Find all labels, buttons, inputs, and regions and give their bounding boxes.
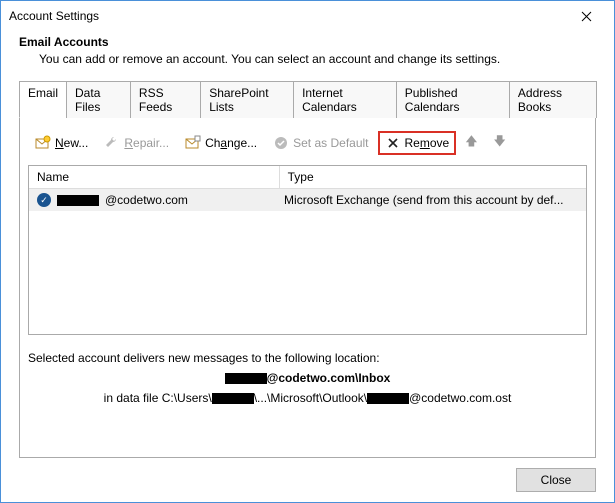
footer: Close	[1, 458, 614, 502]
tab-internet-calendars[interactable]: Internet Calendars	[293, 81, 397, 118]
x-icon	[385, 135, 401, 151]
close-icon	[581, 11, 592, 22]
table-row[interactable]: ✓ @codetwo.com Microsoft Exchange (send …	[29, 189, 586, 211]
tab-data-files[interactable]: Data Files	[66, 81, 131, 118]
repair-label: Repair...	[124, 136, 169, 150]
move-down-button[interactable]: 🡇	[487, 128, 513, 157]
cell-name: ✓ @codetwo.com	[33, 192, 280, 208]
redacted-user	[212, 393, 254, 404]
change-label: Change...	[205, 136, 257, 150]
redacted-file	[367, 393, 409, 404]
change-button[interactable]: Change...	[178, 131, 264, 155]
new-label: New...	[55, 136, 88, 150]
location-datafile: in data file C:\Users\\...\Microsoft\Out…	[28, 391, 587, 405]
wrench-icon	[104, 135, 120, 151]
envelope-change-icon	[185, 135, 201, 151]
name-suffix: @codetwo.com	[105, 193, 188, 207]
remove-label: Remove	[405, 136, 450, 150]
cell-type: Microsoft Exchange (send from this accou…	[280, 192, 582, 208]
set-default-button[interactable]: Set as Default	[266, 131, 375, 155]
table-header: Name Type	[29, 166, 586, 189]
tab-address-books[interactable]: Address Books	[509, 81, 597, 118]
close-window-button[interactable]	[566, 2, 606, 30]
toolbar: New... Repair... Change... Set as Defaul…	[28, 126, 587, 165]
envelope-new-icon	[35, 135, 51, 151]
content: Email Accounts You can add or remove an …	[1, 31, 614, 458]
redacted-mailbox	[225, 373, 267, 384]
location-intro: Selected account delivers new messages t…	[28, 351, 587, 365]
tab-email[interactable]: Email	[19, 81, 67, 118]
arrow-down-icon: 🡇	[494, 132, 506, 153]
accounts-table: Name Type ✓ @codetwo.com Microsoft Excha…	[28, 165, 587, 335]
redacted-name	[57, 195, 99, 206]
page-heading: Email Accounts	[19, 35, 596, 49]
arrow-up-icon: 🡅	[465, 132, 477, 153]
set-default-label: Set as Default	[293, 136, 368, 150]
tab-panel-email: New... Repair... Change... Set as Defaul…	[19, 118, 596, 458]
remove-button[interactable]: Remove	[378, 131, 457, 155]
page-subheading: You can add or remove an account. You ca…	[39, 52, 596, 66]
location-mailbox: @codetwo.com\Inbox	[28, 371, 587, 385]
close-button[interactable]: Close	[516, 468, 596, 492]
location-info: Selected account delivers new messages t…	[28, 351, 587, 405]
col-name[interactable]: Name	[29, 166, 280, 188]
tab-published-calendars[interactable]: Published Calendars	[396, 81, 510, 118]
window-title: Account Settings	[9, 9, 566, 23]
titlebar: Account Settings	[1, 1, 614, 31]
default-account-icon: ✓	[37, 193, 51, 207]
checkmark-icon	[273, 135, 289, 151]
tab-rss-feeds[interactable]: RSS Feeds	[130, 81, 201, 118]
tabs: Email Data Files RSS Feeds SharePoint Li…	[19, 80, 596, 118]
col-type[interactable]: Type	[280, 166, 586, 188]
move-up-button[interactable]: 🡅	[458, 128, 484, 157]
tab-sharepoint-lists[interactable]: SharePoint Lists	[200, 81, 294, 118]
table-body: ✓ @codetwo.com Microsoft Exchange (send …	[29, 189, 586, 334]
repair-button[interactable]: Repair...	[97, 131, 176, 155]
new-button[interactable]: New...	[28, 131, 95, 155]
